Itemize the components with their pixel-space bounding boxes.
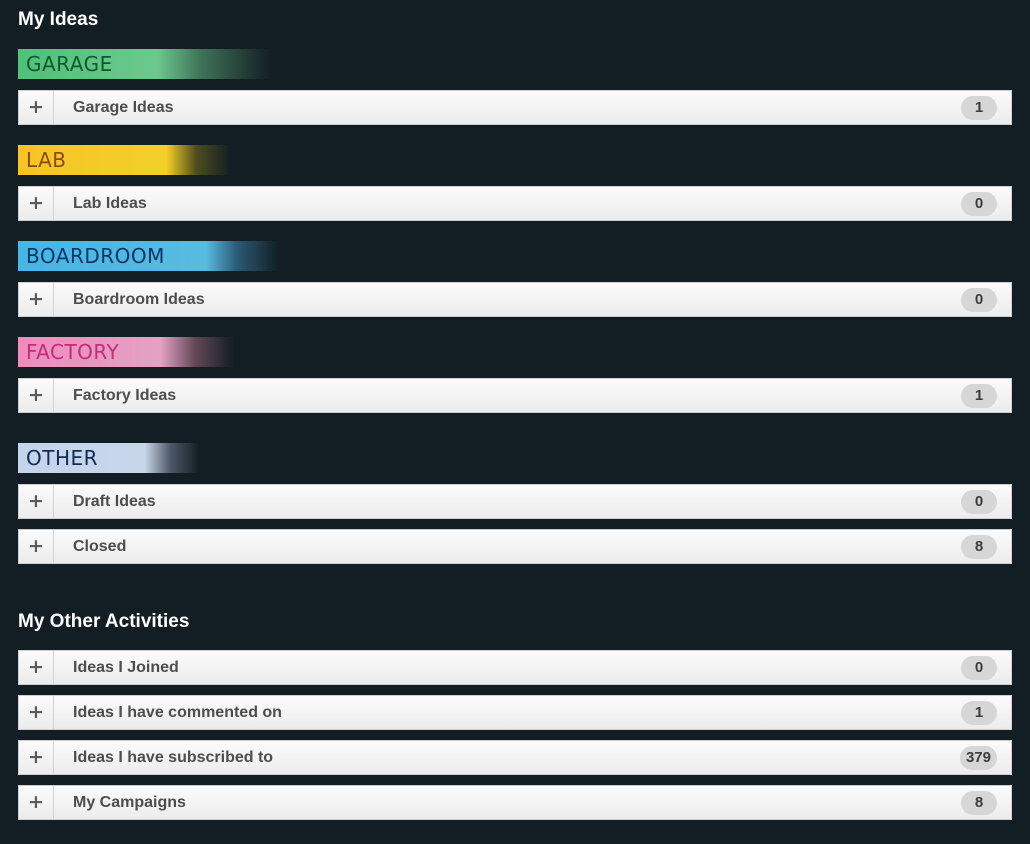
count-badge: 0 [961, 288, 997, 312]
count-badge: 0 [961, 656, 997, 680]
count-badge: 379 [959, 746, 997, 770]
list-item-closed[interactable]: + Closed 8 [18, 529, 1012, 564]
item-label: Boardroom Ideas [73, 291, 205, 308]
count-badge: 1 [961, 96, 997, 120]
count-badge: 8 [961, 535, 997, 559]
item-label: Ideas I have commented on [73, 704, 282, 721]
plus-icon[interactable]: + [19, 786, 54, 819]
item-label: My Campaigns [73, 794, 186, 811]
plus-icon[interactable]: + [19, 187, 54, 220]
category-banner-other: OTHER [18, 443, 199, 473]
item-label: Ideas I have subscribed to [73, 749, 274, 766]
count-badge: 8 [961, 791, 997, 815]
plus-icon[interactable]: + [19, 651, 54, 684]
item-label: Closed [73, 538, 127, 555]
count-badge: 0 [961, 192, 997, 216]
category-banner-boardroom: BOARDROOM [18, 241, 279, 271]
item-label: Factory Ideas [73, 387, 177, 404]
plus-icon[interactable]: + [19, 283, 54, 316]
count-badge: 0 [961, 490, 997, 514]
category-banner-garage: GARAGE [18, 49, 271, 79]
list-item-garage-ideas[interactable]: + Garage Ideas 1 [18, 90, 1012, 125]
list-item-ideas-joined[interactable]: + Ideas I Joined 0 [18, 650, 1012, 685]
list-item-ideas-commented[interactable]: + Ideas I have commented on 1 [18, 695, 1012, 730]
other-activities-title: My Other Activities [18, 611, 190, 632]
item-label: Lab Ideas [73, 195, 147, 212]
plus-icon[interactable]: + [19, 91, 54, 124]
list-item-ideas-subscribed[interactable]: + Ideas I have subscribed to 379 [18, 740, 1012, 775]
category-banner-lab: LAB [18, 145, 230, 175]
my-ideas-title: My Ideas [18, 9, 99, 30]
list-item-my-campaigns[interactable]: + My Campaigns 8 [18, 785, 1012, 820]
plus-icon[interactable]: + [19, 696, 54, 729]
list-item-boardroom-ideas[interactable]: + Boardroom Ideas 0 [18, 282, 1012, 317]
count-badge: 1 [961, 701, 997, 725]
plus-icon[interactable]: + [19, 741, 54, 774]
item-label: Ideas I Joined [73, 659, 179, 676]
list-item-lab-ideas[interactable]: + Lab Ideas 0 [18, 186, 1012, 221]
list-item-draft-ideas[interactable]: + Draft Ideas 0 [18, 484, 1012, 519]
item-label: Draft Ideas [73, 493, 156, 510]
plus-icon[interactable]: + [19, 485, 54, 518]
count-badge: 1 [961, 384, 997, 408]
category-banner-factory: FACTORY [18, 337, 234, 367]
list-item-factory-ideas[interactable]: + Factory Ideas 1 [18, 378, 1012, 413]
plus-icon[interactable]: + [19, 530, 54, 563]
item-label: Garage Ideas [73, 99, 174, 116]
plus-icon[interactable]: + [19, 379, 54, 412]
